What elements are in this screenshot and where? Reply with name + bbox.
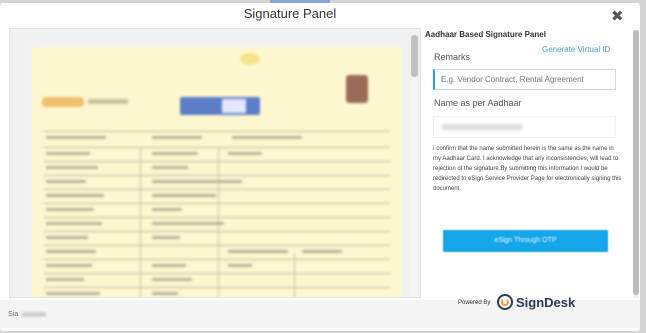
document-rule xyxy=(44,131,390,132)
document-rule xyxy=(44,203,390,204)
document-text xyxy=(152,278,192,281)
document-rule xyxy=(44,147,390,148)
remarks-input[interactable] xyxy=(433,69,616,90)
document-text xyxy=(228,264,252,267)
document-text xyxy=(152,236,180,239)
document-text xyxy=(152,194,216,197)
document-text xyxy=(152,180,242,183)
document-column-rule xyxy=(140,147,141,297)
document-text xyxy=(152,208,182,211)
document-text xyxy=(46,180,86,183)
document-rule xyxy=(44,189,390,190)
signdesk-logo-accent xyxy=(501,298,509,306)
document-rule xyxy=(44,245,390,246)
document-text xyxy=(152,166,188,169)
document-logo-text xyxy=(88,99,128,104)
document-text xyxy=(46,208,94,211)
document-text xyxy=(46,152,90,155)
modal-title: Signature Panel xyxy=(243,6,337,21)
document-rule xyxy=(44,161,390,162)
document-rule xyxy=(44,175,390,176)
consent-text: I confirm that the name submitted herein… xyxy=(433,146,622,192)
document-logo xyxy=(42,97,84,107)
footer-label: Sia xyxy=(8,311,19,318)
document-page xyxy=(32,47,402,297)
close-icon[interactable]: ✖ xyxy=(611,7,624,25)
document-photo xyxy=(346,75,368,103)
document-column-rule xyxy=(294,253,295,297)
generate-virtual-id-link[interactable]: Generate Virtual ID xyxy=(542,45,610,54)
document-banner-inset xyxy=(222,99,246,113)
document-text xyxy=(46,292,100,295)
document-text xyxy=(152,292,178,295)
remarks-label: Remarks xyxy=(434,52,471,62)
document-text xyxy=(46,136,106,139)
document-text xyxy=(152,152,198,155)
esign-otp-button[interactable]: eSign Through OTP xyxy=(443,230,608,252)
document-text xyxy=(228,152,262,155)
document-text xyxy=(46,166,98,169)
document-text xyxy=(46,222,102,225)
document-rule xyxy=(44,259,390,260)
document-rule xyxy=(44,217,390,218)
document-text xyxy=(232,136,302,139)
footer-redacted-value xyxy=(22,312,46,317)
document-text xyxy=(152,136,202,139)
panel-title: Aadhaar Based Signature Panel xyxy=(425,30,546,39)
brand-name: SignDesk xyxy=(516,295,576,310)
document-text xyxy=(46,250,96,253)
document-rule xyxy=(44,287,390,288)
name-label: Name as per Aadhaar xyxy=(434,98,522,108)
document-text xyxy=(302,250,342,253)
viewer-scrollbar-thumb[interactable] xyxy=(411,35,418,77)
document-text xyxy=(46,278,84,281)
document-text xyxy=(152,222,224,225)
document-text xyxy=(46,236,88,239)
document-text xyxy=(152,264,186,267)
document-viewer[interactable] xyxy=(9,28,421,298)
document-text xyxy=(46,264,92,267)
document-text xyxy=(228,250,288,253)
powered-by-label: Powered By xyxy=(458,300,491,306)
aadhaar-name-redacted xyxy=(441,124,523,130)
document-banner xyxy=(180,97,260,115)
document-rule xyxy=(44,273,390,274)
document-text xyxy=(46,194,104,197)
panel-scrollbar-thumb[interactable] xyxy=(633,30,639,295)
document-stamp xyxy=(240,53,260,65)
document-rule xyxy=(44,231,390,232)
